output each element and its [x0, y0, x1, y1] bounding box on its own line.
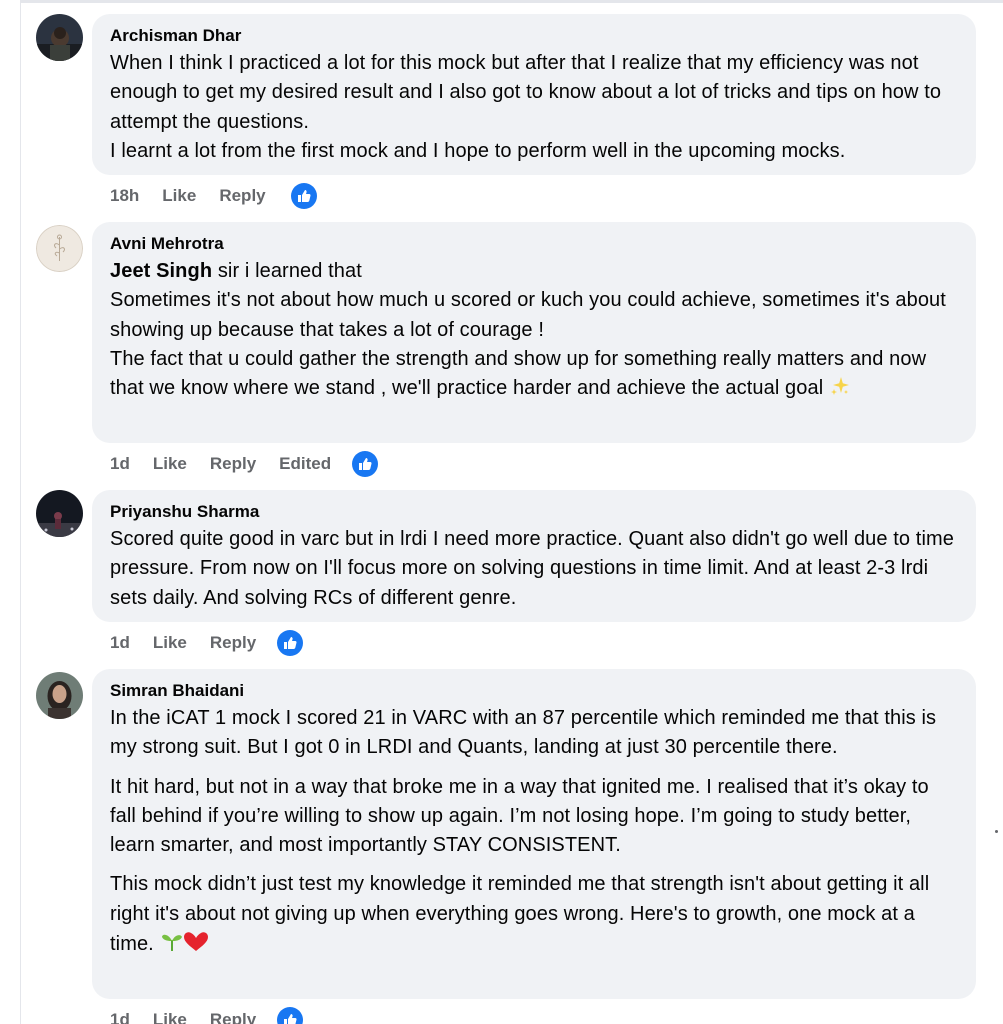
thumbs-up-icon[interactable] — [352, 451, 379, 477]
like-button[interactable]: Like — [153, 633, 187, 653]
comment-author[interactable]: Archisman Dhar — [110, 25, 960, 47]
comment-paragraph: In the iCAT 1 mock I scored 21 in VARC w… — [110, 707, 937, 759]
sparkles-emoji — [829, 375, 851, 406]
divider — [20, 0, 21, 1024]
comment-paragraph: It hit hard, but not in a way that broke… — [110, 775, 929, 857]
reply-button[interactable]: Reply — [210, 1010, 256, 1024]
reply-button[interactable]: Reply — [219, 186, 265, 206]
comment-paragraph: When I think I practiced a lot for this … — [110, 52, 942, 133]
comment-time[interactable]: 1d — [110, 633, 130, 653]
comment-bubble: Priyanshu Sharma Scored quite good in va… — [92, 490, 976, 622]
mention-link[interactable]: Jeet Singh — [110, 260, 212, 282]
thumbs-up-icon[interactable] — [277, 630, 304, 656]
comment-actions: 1d Like Reply Edited — [110, 451, 379, 477]
reply-button[interactable]: Reply — [210, 633, 256, 653]
photo-avatar-portrait — [36, 672, 83, 719]
avatar[interactable] — [36, 490, 83, 537]
comment-paragraph: I learnt a lot from the first mock and I… — [110, 139, 846, 162]
comment-time[interactable]: 1d — [110, 1010, 130, 1024]
comment-text: When I think I practiced a lot for this … — [110, 49, 960, 166]
comment-time[interactable]: 1d — [110, 454, 130, 474]
reply-button[interactable]: Reply — [210, 454, 256, 474]
comment-paragraph: Jeet Singh sir i learned that — [110, 257, 960, 286]
comment-paragraph: Sometimes it's not about how much u scor… — [110, 289, 946, 341]
comment-paragraph: Scored quite good in varc but in lrdi I … — [110, 528, 954, 609]
comment-paragraph: The fact that u could gather the strengt… — [110, 345, 960, 407]
comment-thread: Archisman Dhar When I think I practiced … — [0, 0, 1003, 1024]
thumbs-up-icon[interactable] — [277, 1007, 304, 1024]
floral-avatar — [36, 225, 83, 272]
like-button[interactable]: Like — [153, 1010, 187, 1024]
comment-bubble: Avni Mehrotra Jeet Singh sir i learned t… — [92, 222, 976, 443]
photo-avatar-night-sky — [36, 14, 83, 61]
comment-actions: 1d Like Reply — [110, 1007, 304, 1024]
scroll-indicator — [995, 830, 998, 833]
comment-text: Scored quite good in varc but in lrdi I … — [110, 525, 960, 613]
avatar[interactable] — [36, 672, 83, 719]
comment-actions: 1d Like Reply — [110, 630, 304, 656]
comment-author[interactable]: Avni Mehrotra — [110, 233, 960, 255]
seedling-heart-emoji — [160, 929, 208, 962]
edited-label[interactable]: Edited — [279, 454, 331, 474]
comment-text: In the iCAT 1 mock I scored 21 in VARC w… — [110, 704, 960, 962]
photo-avatar-dark — [36, 490, 83, 537]
avatar[interactable] — [36, 14, 83, 61]
mention-rest: sir i learned that — [217, 260, 362, 282]
like-button[interactable]: Like — [153, 454, 187, 474]
comment-bubble: Archisman Dhar When I think I practiced … — [92, 14, 976, 175]
divider — [20, 0, 1003, 3]
comment-paragraph-text: This mock didn’t just test my knowledge … — [110, 873, 930, 956]
comment-text: Jeet Singh sir i learned that Sometimes … — [110, 257, 960, 406]
comment-paragraph-text: The fact that u could gather the strengt… — [110, 347, 927, 400]
thumbs-up-icon[interactable] — [290, 183, 317, 209]
comment-actions: 18h Like Reply — [110, 183, 317, 209]
comment-author[interactable]: Priyanshu Sharma — [110, 501, 960, 523]
comment-author[interactable]: Simran Bhaidani — [110, 680, 960, 702]
comment-paragraph: This mock didn’t just test my knowledge … — [110, 870, 960, 962]
comment-bubble: Simran Bhaidani In the iCAT 1 mock I sco… — [92, 669, 976, 999]
avatar[interactable] — [36, 225, 83, 272]
comment-time[interactable]: 18h — [110, 186, 139, 206]
like-button[interactable]: Like — [162, 186, 196, 206]
